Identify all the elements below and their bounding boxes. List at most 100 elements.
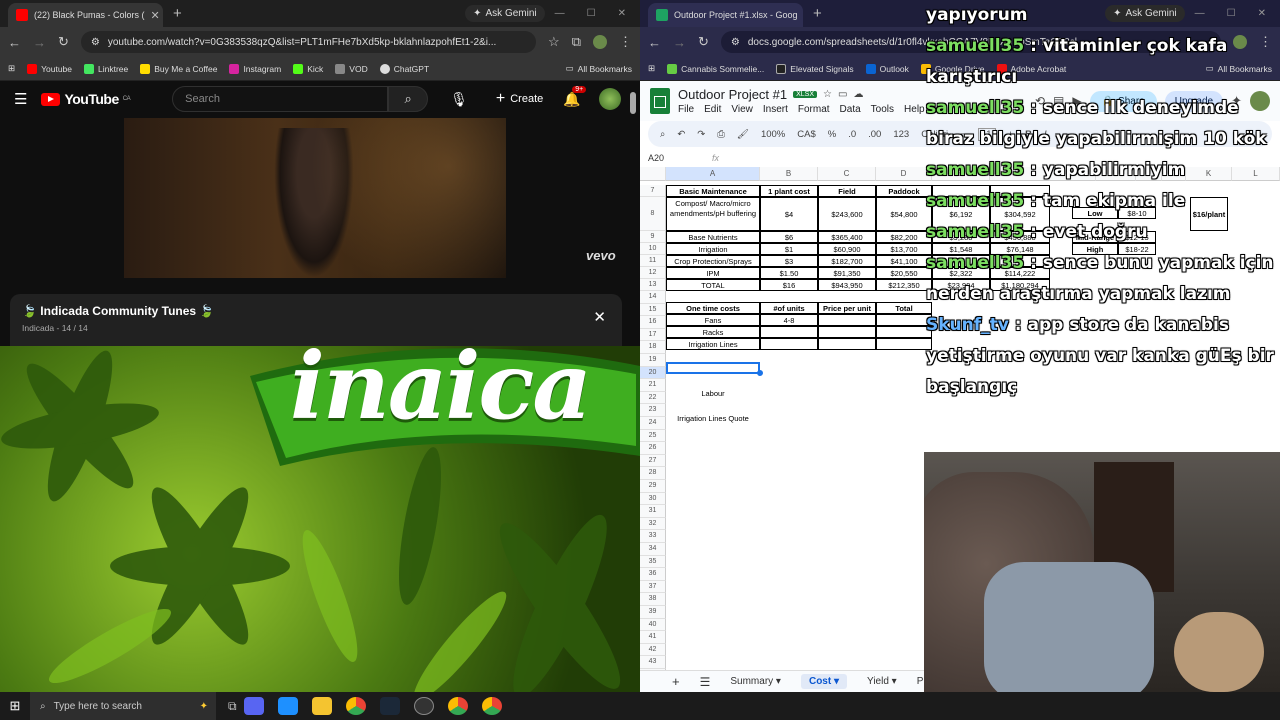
steam-icon[interactable]	[379, 697, 400, 715]
row-header[interactable]: 41	[640, 631, 666, 644]
table-cell[interactable]	[876, 326, 932, 338]
table-cell[interactable]: 1 plant cost	[760, 185, 818, 197]
chrome-profile-icon[interactable]	[447, 697, 468, 715]
table-cell[interactable]: Irrigation	[666, 243, 760, 255]
table-cell[interactable]: Basic Maintenance	[666, 185, 760, 197]
row-header[interactable]: 9	[640, 231, 666, 243]
task-view-icon[interactable]: ⧉	[228, 699, 237, 714]
menu-view[interactable]: View	[731, 104, 753, 115]
row-header[interactable]: 7	[640, 185, 666, 197]
menu-edit[interactable]: Edit	[704, 104, 721, 115]
table-cell[interactable]	[876, 338, 932, 350]
row-header[interactable]: 33	[640, 530, 666, 543]
bookmark-elevated-signals[interactable]: Elevated Signals	[776, 63, 854, 74]
table-cell[interactable]: Base Nutrients	[666, 231, 760, 243]
table-cell[interactable]: $6	[760, 231, 818, 243]
selected-cell-a20[interactable]	[666, 362, 760, 374]
apps-icon[interactable]: ⊞	[648, 63, 655, 74]
table-cell[interactable]: $943,950	[818, 279, 876, 291]
table-cell[interactable]: $91,350	[818, 267, 876, 279]
bookmark-outlook[interactable]: Outlook	[865, 63, 909, 74]
all-bookmarks[interactable]: ▭ All Bookmarks	[566, 63, 632, 74]
menu-file[interactable]: File	[678, 104, 694, 115]
row-header[interactable]: 12	[640, 267, 666, 279]
table-cell[interactable]: $13,700	[876, 243, 932, 255]
table-cell[interactable]: IPM	[666, 267, 760, 279]
forward-icon[interactable]: →	[33, 35, 46, 50]
close-tab-icon[interactable]: ✕	[151, 9, 160, 22]
table-cell[interactable]: $3	[760, 255, 818, 267]
table-cell[interactable]: $1.50	[760, 267, 818, 279]
table-cell[interactable]: TOTAL	[666, 279, 760, 291]
row-header[interactable]: 8	[640, 197, 666, 231]
scrollbar-thumb[interactable]	[630, 92, 636, 114]
app-blue-icon[interactable]	[277, 697, 298, 715]
table-cell[interactable]: Fans	[666, 314, 760, 326]
table-cell[interactable]: Field	[818, 185, 876, 197]
maximize-icon[interactable]: ☐	[587, 8, 596, 19]
discord-icon[interactable]	[243, 697, 264, 715]
reload-icon[interactable]: ↻	[58, 34, 69, 50]
star-icon[interactable]: ☆	[823, 89, 832, 100]
address-bar[interactable]: ⚙ youtube.com/watch?v=0G383538qzQ&list=P…	[80, 31, 537, 53]
table-cell[interactable]: $60,900	[818, 243, 876, 255]
row-header[interactable]: 10	[640, 243, 666, 255]
table-cell[interactable]: Racks	[666, 326, 760, 338]
table-cell[interactable]: $243,600	[818, 197, 876, 231]
menu-help[interactable]: Help	[904, 104, 925, 115]
taskbar-search-box[interactable]: ⌕ Type here to search ✦	[30, 692, 216, 720]
table-cell[interactable]: $182,700	[818, 255, 876, 267]
more-formats-button[interactable]: 123	[893, 129, 909, 140]
table-cell[interactable]: Price per unit	[818, 302, 876, 314]
table-cell[interactable]: $4	[760, 197, 818, 231]
new-tab-icon[interactable]: +	[173, 5, 182, 22]
menu-icon[interactable]: ⋮	[619, 34, 632, 50]
row-header[interactable]: 43	[640, 656, 666, 669]
menu-data[interactable]: Data	[840, 104, 861, 115]
table-cell[interactable]	[760, 338, 818, 350]
row-header[interactable]: 25	[640, 429, 666, 443]
back-icon[interactable]: ←	[8, 35, 21, 50]
profile-avatar[interactable]	[593, 35, 607, 49]
row-header[interactable]: 16	[640, 316, 666, 329]
row-header[interactable]: 24	[640, 417, 666, 430]
row-header[interactable]: 29	[640, 480, 666, 493]
table-cell[interactable]: 4-8	[760, 314, 818, 326]
table-cell[interactable]	[818, 314, 876, 326]
obs-icon[interactable]	[413, 697, 434, 715]
fill-handle[interactable]	[757, 370, 763, 376]
sheet-tab-summary[interactable]: Summary ▾	[730, 676, 781, 687]
row-header[interactable]: 20	[640, 366, 666, 380]
row-header[interactable]: 34	[640, 543, 666, 556]
column-header[interactable]: D	[876, 167, 932, 181]
undo-icon[interactable]: ↶	[677, 129, 685, 140]
table-cell[interactable]: Labour	[666, 388, 760, 400]
menu-format[interactable]: Format	[798, 104, 830, 115]
table-cell[interactable]: $82,200	[876, 231, 932, 243]
row-header[interactable]: 28	[640, 467, 666, 480]
document-title[interactable]: Outdoor Project #1	[678, 87, 787, 102]
chrome-icon[interactable]	[345, 697, 366, 715]
forward-icon[interactable]: →	[673, 35, 686, 50]
zoom-select[interactable]: 100%	[761, 129, 785, 140]
row-header[interactable]: 19	[640, 354, 666, 367]
table-cell[interactable]: Crop Protection/Sprays	[666, 255, 760, 267]
table-cell[interactable]: $365,400	[818, 231, 876, 243]
youtube-search-input[interactable]: Search	[172, 86, 389, 112]
row-header[interactable]: 27	[640, 454, 666, 468]
column-header[interactable]: A	[666, 167, 760, 181]
currency-format-button[interactable]: CA$	[797, 129, 815, 140]
youtube-tab[interactable]: (22) Black Pumas - Colors ( ✕	[8, 3, 163, 27]
table-cell[interactable]: Compost/ Macro/micro amendments/pH buffe…	[666, 197, 760, 231]
table-cell[interactable]: $16	[760, 279, 818, 291]
redo-icon[interactable]: ↷	[697, 129, 705, 140]
all-sheets-icon[interactable]: ☰	[700, 675, 711, 689]
row-header[interactable]: 30	[640, 492, 666, 506]
table-cell[interactable]: $212,350	[876, 279, 932, 291]
row-header[interactable]: 17	[640, 328, 666, 342]
row-header[interactable]: 26	[640, 442, 666, 455]
bookmark-linktree[interactable]: Linktree	[84, 63, 128, 74]
row-header[interactable]: 23	[640, 404, 666, 417]
add-sheet-icon[interactable]: +	[672, 674, 680, 689]
row-header[interactable]: 22	[640, 391, 666, 405]
